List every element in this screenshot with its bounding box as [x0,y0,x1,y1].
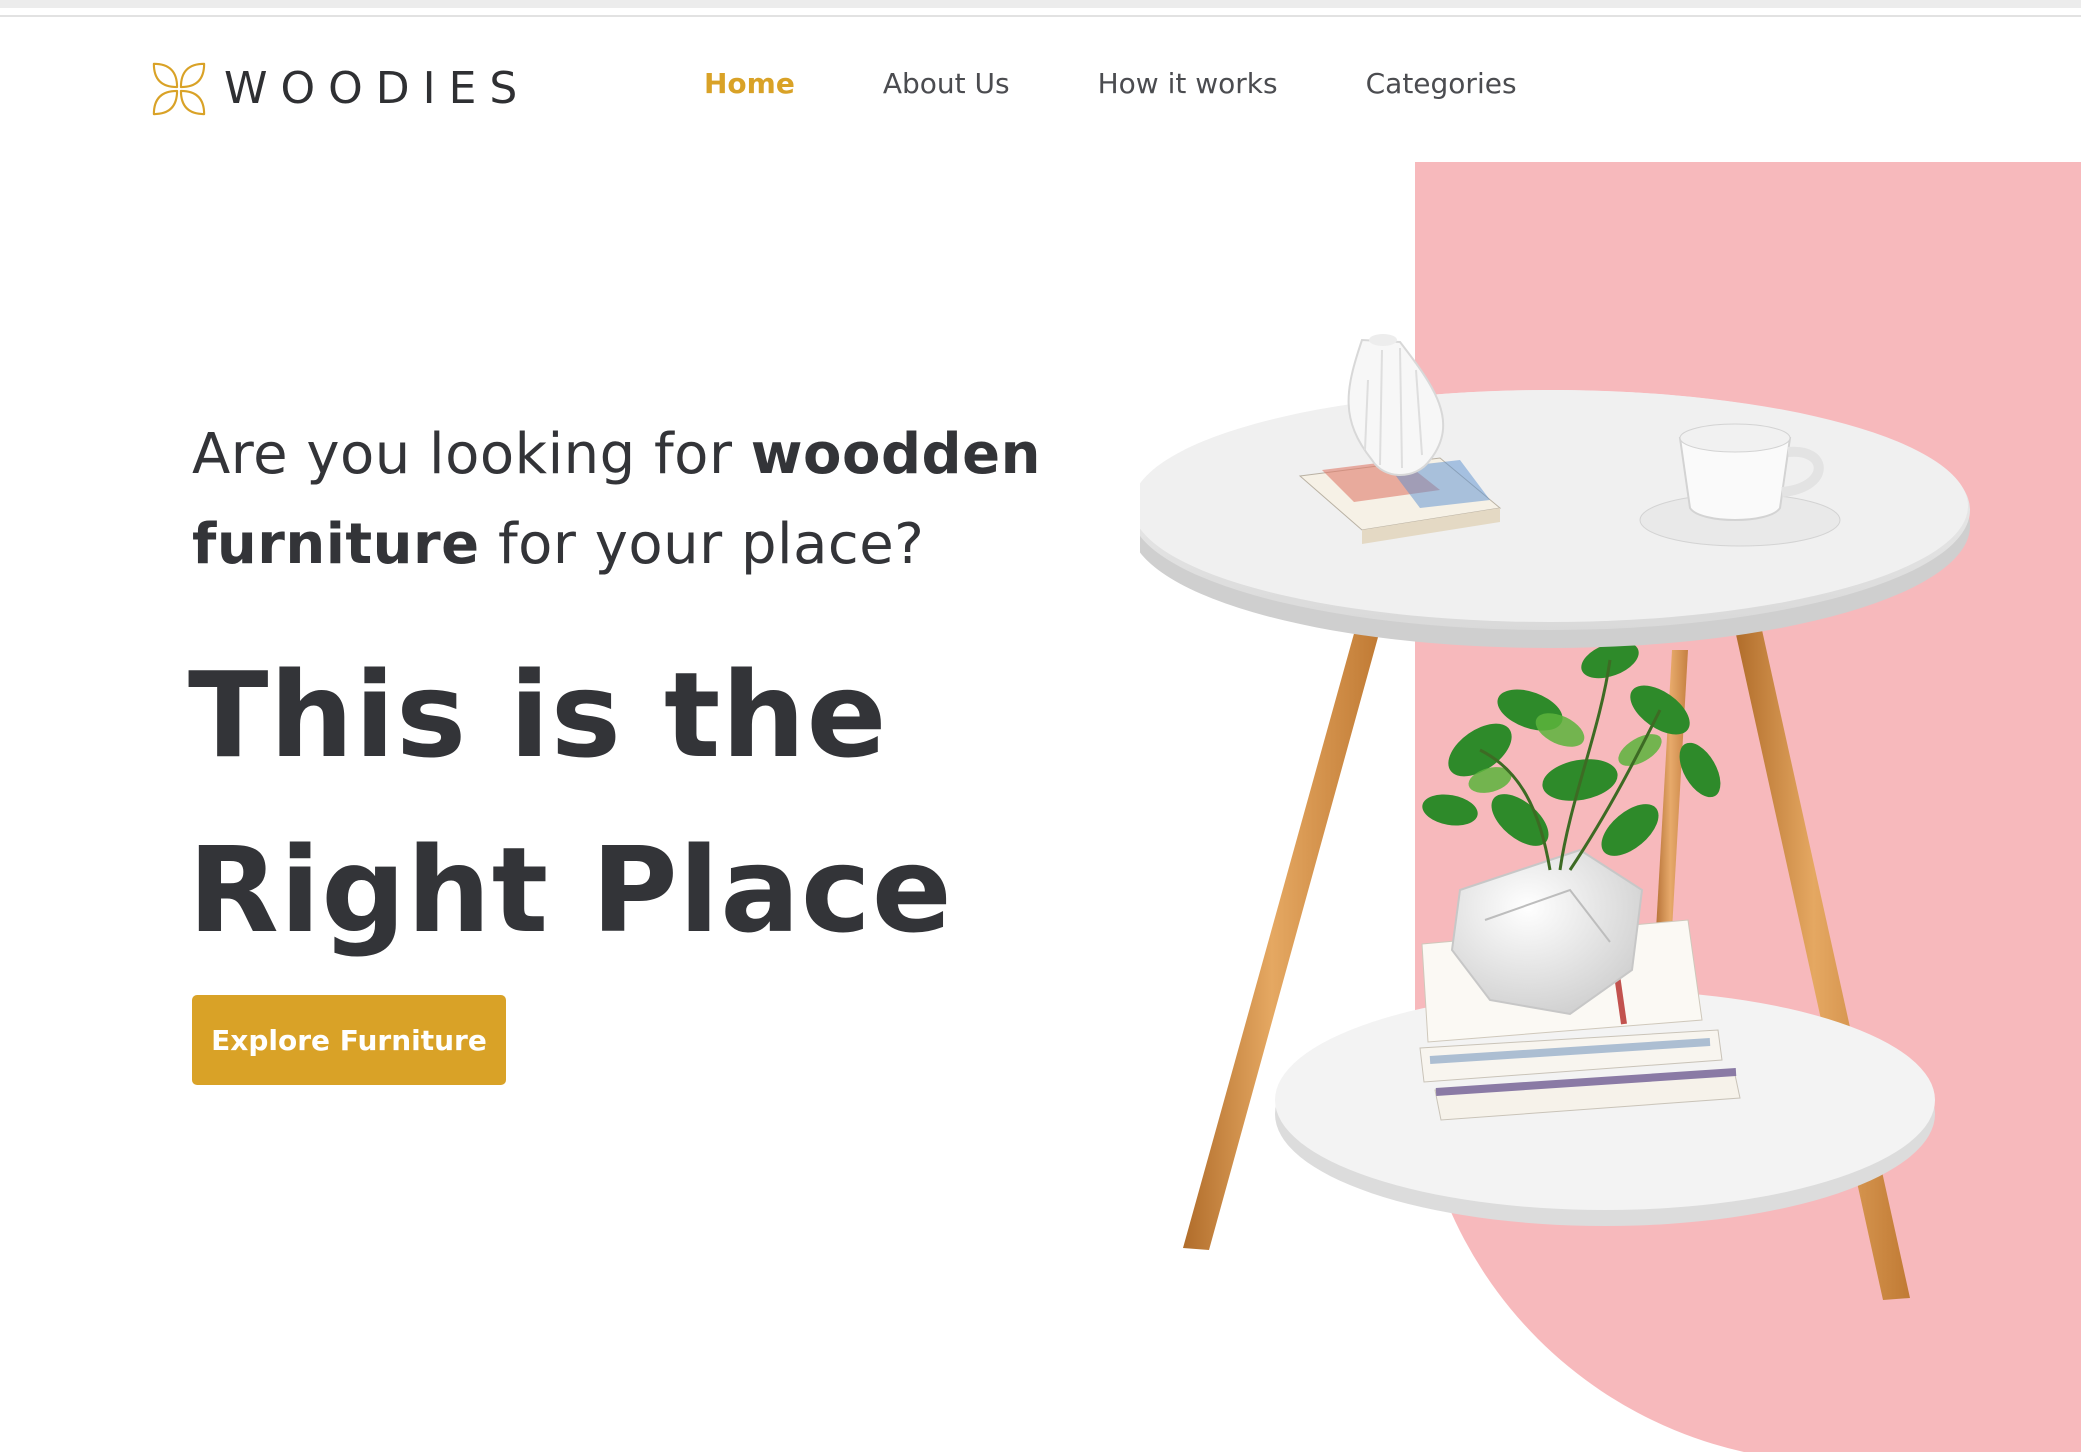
nav-categories[interactable]: Categories [1366,62,1517,106]
hero-title-line-1: This is the [188,646,888,784]
nav-home[interactable]: Home [704,62,795,106]
side-table-with-plant-illustration [1140,334,1970,1300]
hero-title-line-2: Right Place [188,821,953,959]
explore-furniture-button[interactable]: Explore Furniture [192,995,506,1085]
hero-question: Are you looking for woodden furniture for… [192,410,1092,590]
hero-question-bold-1: woodden [750,422,1041,487]
main-nav: Home About Us How it works Categories [704,62,1517,106]
four-petal-logo-icon [152,62,206,116]
nav-how-it-works[interactable]: How it works [1098,62,1278,106]
brand-name: WOODIES [224,63,531,114]
hero-question-text-1: Are you looking for [192,422,751,487]
hero-title: This is the Right Place [188,628,1088,978]
hero-question-text-2: for your place? [479,512,925,577]
hero-question-bold-2: furniture [192,512,480,577]
browser-divider [0,15,2081,17]
page: WOODIES Home About Us How it works Categ… [0,0,2081,1452]
nav-about-us[interactable]: About Us [883,62,1010,106]
brand-logo[interactable]: WOODIES [150,60,530,118]
browser-chrome-strip [0,0,2081,8]
